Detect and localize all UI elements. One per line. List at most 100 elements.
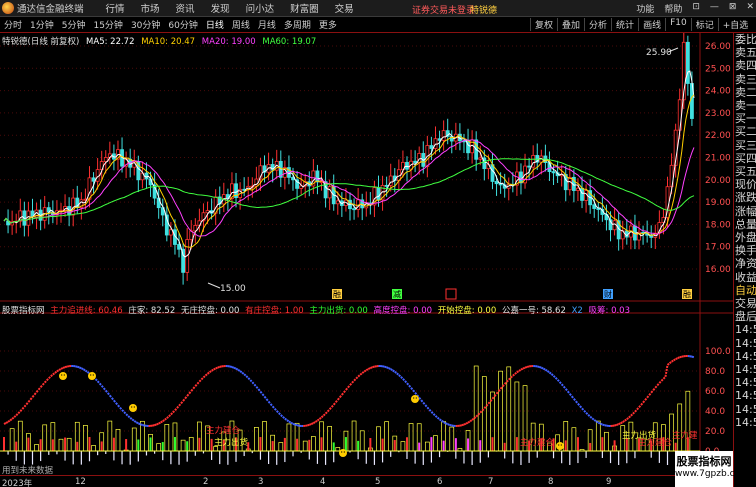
- indicator-trend-line: [46, 377, 50, 382]
- event-marker: [445, 288, 457, 300]
- menu-caifuquan[interactable]: 财富圈: [290, 1, 319, 15]
- indicator-trend-line: [154, 423, 157, 427]
- indicator-volume-bar: [58, 438, 64, 452]
- candle-body: [91, 177, 96, 182]
- menu-wenxiaoda[interactable]: 问小达: [246, 1, 275, 15]
- app-title: 通达信金融终端: [17, 4, 84, 15]
- indicator-flow-bar: [296, 438, 299, 451]
- indicator-trend-line: [412, 389, 416, 394]
- menu-faxian[interactable]: 发现: [211, 1, 230, 15]
- tool-fuquan[interactable]: 复权: [530, 18, 557, 31]
- quote-field-label: 14:50: [735, 402, 756, 416]
- quote-field-label: 14:50: [735, 336, 756, 350]
- ind-item: 开始控盘: 0.00: [437, 306, 497, 316]
- maximize-icon[interactable]: ⊠: [729, 2, 737, 15]
- tool-huaxian[interactable]: 画线: [638, 18, 665, 31]
- indicator-trend-line: [614, 423, 617, 427]
- close-icon[interactable]: ✕: [746, 2, 754, 15]
- indicator-signal-label: 主力建仓: [638, 437, 673, 448]
- chart-title: 特锐德(日线 前复权): [2, 37, 80, 47]
- tool-f10[interactable]: F10: [665, 18, 691, 31]
- indicator-trend-line: [546, 370, 551, 374]
- indicator-trend-line: [556, 379, 561, 383]
- indicator-trend-line: [363, 369, 367, 373]
- tool-fenxi[interactable]: 分析: [584, 18, 611, 31]
- quote-field-label: 买五: [735, 165, 756, 179]
- indicator-trend-line: [404, 380, 408, 384]
- indicator-trend-line: [188, 390, 193, 395]
- indicator-trend-line: [292, 422, 296, 426]
- window-layout-icon[interactable]: ⊡: [692, 2, 700, 15]
- indicator-trend-line: [510, 375, 514, 379]
- ind-item: 高度控盘: 0.00: [373, 306, 433, 316]
- tool-tongji[interactable]: 统计: [611, 18, 638, 31]
- indicator-volume-bar: [604, 431, 609, 452]
- low-pointer: [207, 282, 221, 289]
- smiley-icon: [339, 449, 347, 457]
- period-15min[interactable]: 15分钟: [89, 18, 126, 31]
- indicator-flow-bar: [137, 439, 140, 451]
- candle-body: [405, 161, 409, 170]
- login-notice[interactable]: 证券交易未登录: [412, 3, 475, 16]
- tool-add-watchlist[interactable]: +自选: [717, 18, 753, 31]
- indicator-flow-bar: [76, 441, 79, 451]
- menu-help[interactable]: 帮助: [664, 2, 682, 15]
- period-daily[interactable]: 日线: [202, 18, 228, 31]
- candle-body: [519, 171, 523, 184]
- period-multi[interactable]: 多周期: [280, 18, 315, 31]
- indicator-trend-line: [679, 355, 683, 359]
- indicator-trend-line: [166, 415, 170, 419]
- smiley-icon: [88, 372, 96, 380]
- menu-shichang[interactable]: 市场: [141, 1, 160, 15]
- period-30min[interactable]: 30分钟: [127, 18, 164, 31]
- chart-canvas[interactable]: 26.00 25.00 24.00 23.00 22.00 21.00 20.00 19.00…: [0, 33, 733, 475]
- period-fenshi[interactable]: 分时: [0, 18, 26, 31]
- indicator-volume-bar: [34, 444, 39, 452]
- menu-function[interactable]: 功能: [636, 2, 654, 15]
- period-5min[interactable]: 5分钟: [58, 18, 90, 31]
- period-1min[interactable]: 1分钟: [26, 18, 58, 31]
- indicator-trend-line: [21, 406, 26, 410]
- indicator-volume-bar: [302, 440, 308, 452]
- indicator-trend-line: [660, 378, 665, 382]
- indicator-trend-line: [247, 377, 251, 381]
- candle-body: [315, 170, 320, 183]
- tool-diejia[interactable]: 叠加: [557, 18, 584, 31]
- indicator-trend-line: [426, 406, 431, 411]
- indicator-flow-bar: [173, 437, 176, 451]
- indicator-flow-bar: [149, 437, 152, 451]
- indicator-trend-line: [334, 399, 339, 403]
- indicator-trend-line: [552, 375, 557, 379]
- indicator-trend-line: [15, 412, 19, 417]
- period-more[interactable]: 更多: [315, 18, 341, 31]
- event-marker-label: 减: [393, 289, 401, 299]
- indicator-trend-line: [196, 380, 201, 385]
- indicator-trend-line: [632, 411, 636, 415]
- indicator-trend-line: [39, 384, 44, 388]
- indicator-trend-line: [583, 409, 587, 414]
- indicator-volume-bar: [262, 421, 267, 452]
- price-axis-label: 26.00: [705, 42, 731, 52]
- minimize-icon[interactable]: —: [710, 2, 719, 15]
- period-monthly[interactable]: 月线: [254, 18, 280, 31]
- period-60min[interactable]: 60分钟: [164, 18, 201, 31]
- period-weekly[interactable]: 周线: [228, 18, 254, 31]
- indicator-title[interactable]: 股票指标网: [2, 306, 45, 316]
- indicator-trend-line: [369, 366, 373, 369]
- indicator-trend-line: [367, 367, 371, 370]
- indicator-axis-label: 100.0: [705, 347, 731, 357]
- menu-hangqing[interactable]: 行情: [106, 1, 125, 15]
- indicator-trend-line: [365, 368, 369, 372]
- indicator-trend-line: [424, 404, 429, 409]
- menu-zixun[interactable]: 资讯: [176, 1, 195, 15]
- price-axis-label: 21.00: [705, 154, 731, 164]
- indicator-trend-line: [355, 375, 359, 380]
- indicator-trend-line: [140, 423, 143, 426]
- indicator-trend-line: [343, 389, 347, 394]
- tool-biaoji[interactable]: 标记: [690, 18, 718, 31]
- indicator-flow-bar: [51, 439, 54, 451]
- candle-body: [596, 208, 601, 210]
- indicator-trend-line: [392, 369, 396, 373]
- menu-jiaoyi[interactable]: 交易: [335, 1, 354, 15]
- indicator-trend-line: [35, 388, 40, 393]
